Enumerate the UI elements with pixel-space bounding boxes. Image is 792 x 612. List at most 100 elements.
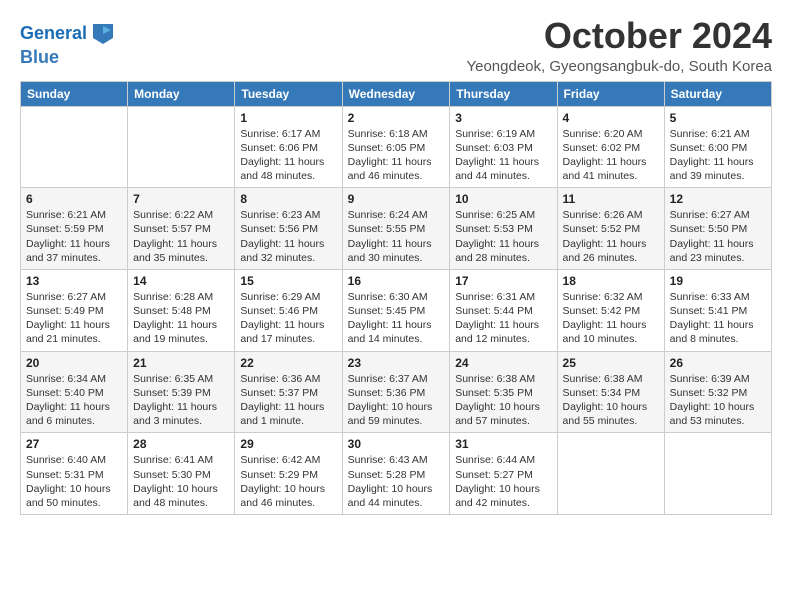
calendar-cell: 25 Sunrise: 6:38 AM Sunset: 5:34 PM Dayl… — [557, 351, 664, 433]
sunset-text: Sunset: 5:44 PM — [455, 305, 533, 317]
daylight-text: Daylight: 11 hours and 17 minutes. — [240, 319, 324, 345]
calendar-cell: 17 Sunrise: 6:31 AM Sunset: 5:44 PM Dayl… — [450, 269, 557, 351]
sunrise-text: Sunrise: 6:29 AM — [240, 291, 320, 303]
calendar-cell: 8 Sunrise: 6:23 AM Sunset: 5:56 PM Dayli… — [235, 188, 342, 270]
daylight-text: Daylight: 11 hours and 44 minutes. — [455, 156, 539, 182]
sunrise-text: Sunrise: 6:43 AM — [348, 454, 428, 466]
logo-icon — [89, 20, 117, 48]
daylight-text: Daylight: 11 hours and 12 minutes. — [455, 319, 539, 345]
daylight-text: Daylight: 11 hours and 1 minute. — [240, 401, 324, 427]
daylight-text: Daylight: 11 hours and 28 minutes. — [455, 238, 539, 264]
calendar-cell: 31 Sunrise: 6:44 AM Sunset: 5:27 PM Dayl… — [450, 433, 557, 515]
day-number: 19 — [670, 274, 766, 288]
calendar-week-row: 20 Sunrise: 6:34 AM Sunset: 5:40 PM Dayl… — [21, 351, 772, 433]
cell-info: Sunrise: 6:34 AM Sunset: 5:40 PM Dayligh… — [26, 372, 122, 429]
sunset-text: Sunset: 5:56 PM — [240, 223, 318, 235]
sunset-text: Sunset: 5:49 PM — [26, 305, 104, 317]
day-number: 20 — [26, 356, 122, 370]
daylight-text: Daylight: 11 hours and 23 minutes. — [670, 238, 754, 264]
weekday-header-row: SundayMondayTuesdayWednesdayThursdayFrid… — [21, 81, 772, 106]
daylight-text: Daylight: 10 hours and 44 minutes. — [348, 483, 433, 509]
day-number: 6 — [26, 192, 122, 206]
sunset-text: Sunset: 5:41 PM — [670, 305, 748, 317]
cell-info: Sunrise: 6:26 AM Sunset: 5:52 PM Dayligh… — [563, 208, 659, 265]
cell-info: Sunrise: 6:32 AM Sunset: 5:42 PM Dayligh… — [563, 290, 659, 347]
month-title: October 2024 — [466, 16, 772, 56]
logo-blue-text: Blue — [20, 48, 117, 68]
calendar-cell — [557, 433, 664, 515]
sunrise-text: Sunrise: 6:22 AM — [133, 209, 213, 221]
calendar-cell: 27 Sunrise: 6:40 AM Sunset: 5:31 PM Dayl… — [21, 433, 128, 515]
sunset-text: Sunset: 5:34 PM — [563, 387, 641, 399]
daylight-text: Daylight: 10 hours and 55 minutes. — [563, 401, 648, 427]
calendar-cell: 30 Sunrise: 6:43 AM Sunset: 5:28 PM Dayl… — [342, 433, 450, 515]
sunrise-text: Sunrise: 6:30 AM — [348, 291, 428, 303]
day-number: 10 — [455, 192, 551, 206]
sunset-text: Sunset: 5:53 PM — [455, 223, 533, 235]
weekday-header: Monday — [128, 81, 235, 106]
weekday-header: Friday — [557, 81, 664, 106]
day-number: 26 — [670, 356, 766, 370]
daylight-text: Daylight: 11 hours and 39 minutes. — [670, 156, 754, 182]
daylight-text: Daylight: 11 hours and 48 minutes. — [240, 156, 324, 182]
daylight-text: Daylight: 10 hours and 50 minutes. — [26, 483, 111, 509]
day-number: 28 — [133, 437, 229, 451]
sunset-text: Sunset: 5:32 PM — [670, 387, 748, 399]
cell-info: Sunrise: 6:38 AM Sunset: 5:34 PM Dayligh… — [563, 372, 659, 429]
calendar-cell: 13 Sunrise: 6:27 AM Sunset: 5:49 PM Dayl… — [21, 269, 128, 351]
daylight-text: Daylight: 10 hours and 48 minutes. — [133, 483, 218, 509]
day-number: 29 — [240, 437, 336, 451]
day-number: 4 — [563, 111, 659, 125]
sunrise-text: Sunrise: 6:21 AM — [26, 209, 106, 221]
daylight-text: Daylight: 11 hours and 21 minutes. — [26, 319, 110, 345]
daylight-text: Daylight: 11 hours and 30 minutes. — [348, 238, 432, 264]
weekday-header: Tuesday — [235, 81, 342, 106]
sunrise-text: Sunrise: 6:37 AM — [348, 373, 428, 385]
cell-info: Sunrise: 6:35 AM Sunset: 5:39 PM Dayligh… — [133, 372, 229, 429]
sunrise-text: Sunrise: 6:26 AM — [563, 209, 643, 221]
daylight-text: Daylight: 11 hours and 8 minutes. — [670, 319, 754, 345]
sunset-text: Sunset: 6:00 PM — [670, 142, 748, 154]
day-number: 5 — [670, 111, 766, 125]
daylight-text: Daylight: 11 hours and 19 minutes. — [133, 319, 217, 345]
sunset-text: Sunset: 5:36 PM — [348, 387, 426, 399]
daylight-text: Daylight: 10 hours and 42 minutes. — [455, 483, 540, 509]
sunrise-text: Sunrise: 6:18 AM — [348, 128, 428, 140]
sunrise-text: Sunrise: 6:38 AM — [563, 373, 643, 385]
sunset-text: Sunset: 5:50 PM — [670, 223, 748, 235]
cell-info: Sunrise: 6:42 AM Sunset: 5:29 PM Dayligh… — [240, 453, 336, 510]
calendar-cell: 19 Sunrise: 6:33 AM Sunset: 5:41 PM Dayl… — [664, 269, 771, 351]
calendar-week-row: 27 Sunrise: 6:40 AM Sunset: 5:31 PM Dayl… — [21, 433, 772, 515]
day-number: 21 — [133, 356, 229, 370]
sunrise-text: Sunrise: 6:39 AM — [670, 373, 750, 385]
cell-info: Sunrise: 6:40 AM Sunset: 5:31 PM Dayligh… — [26, 453, 122, 510]
calendar-cell: 9 Sunrise: 6:24 AM Sunset: 5:55 PM Dayli… — [342, 188, 450, 270]
sunrise-text: Sunrise: 6:20 AM — [563, 128, 643, 140]
sunrise-text: Sunrise: 6:19 AM — [455, 128, 535, 140]
daylight-text: Daylight: 11 hours and 41 minutes. — [563, 156, 647, 182]
sunrise-text: Sunrise: 6:27 AM — [670, 209, 750, 221]
calendar-cell: 4 Sunrise: 6:20 AM Sunset: 6:02 PM Dayli… — [557, 106, 664, 188]
calendar-cell: 1 Sunrise: 6:17 AM Sunset: 6:06 PM Dayli… — [235, 106, 342, 188]
daylight-text: Daylight: 11 hours and 46 minutes. — [348, 156, 432, 182]
sunrise-text: Sunrise: 6:24 AM — [348, 209, 428, 221]
cell-info: Sunrise: 6:30 AM Sunset: 5:45 PM Dayligh… — [348, 290, 445, 347]
sunset-text: Sunset: 5:28 PM — [348, 469, 426, 481]
sunset-text: Sunset: 5:48 PM — [133, 305, 211, 317]
page-header: General Blue October 2024 Yeongdeok, Gye… — [20, 16, 772, 75]
cell-info: Sunrise: 6:39 AM Sunset: 5:32 PM Dayligh… — [670, 372, 766, 429]
sunrise-text: Sunrise: 6:31 AM — [455, 291, 535, 303]
sunrise-text: Sunrise: 6:44 AM — [455, 454, 535, 466]
daylight-text: Daylight: 11 hours and 32 minutes. — [240, 238, 324, 264]
calendar-cell: 24 Sunrise: 6:38 AM Sunset: 5:35 PM Dayl… — [450, 351, 557, 433]
daylight-text: Daylight: 10 hours and 57 minutes. — [455, 401, 540, 427]
day-number: 15 — [240, 274, 336, 288]
calendar-cell: 12 Sunrise: 6:27 AM Sunset: 5:50 PM Dayl… — [664, 188, 771, 270]
calendar-table: SundayMondayTuesdayWednesdayThursdayFrid… — [20, 81, 772, 515]
calendar-cell: 20 Sunrise: 6:34 AM Sunset: 5:40 PM Dayl… — [21, 351, 128, 433]
cell-info: Sunrise: 6:22 AM Sunset: 5:57 PM Dayligh… — [133, 208, 229, 265]
sunrise-text: Sunrise: 6:27 AM — [26, 291, 106, 303]
sunset-text: Sunset: 5:29 PM — [240, 469, 318, 481]
cell-info: Sunrise: 6:21 AM Sunset: 6:00 PM Dayligh… — [670, 127, 766, 184]
calendar-cell: 28 Sunrise: 6:41 AM Sunset: 5:30 PM Dayl… — [128, 433, 235, 515]
